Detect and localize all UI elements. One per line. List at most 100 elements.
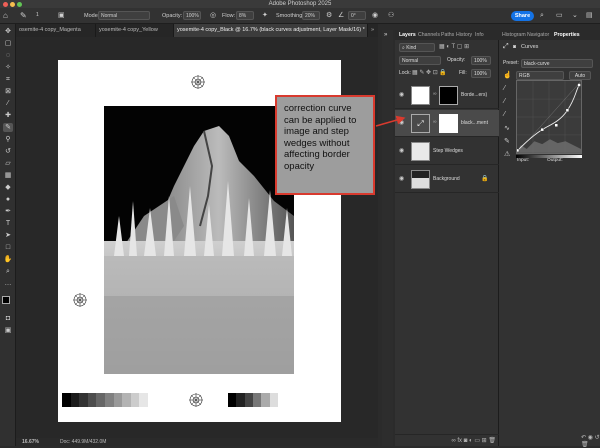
- tab-yellow[interactable]: yosemite-4 copy_Yellow: [96, 24, 174, 37]
- tab-info[interactable]: Info: [475, 30, 484, 40]
- more-tools-icon[interactable]: …: [3, 279, 13, 288]
- tab-layers[interactable]: Layers: [399, 30, 416, 40]
- layer-name[interactable]: Step Wedges: [433, 138, 463, 165]
- hand-tool-icon[interactable]: ✋: [3, 255, 13, 264]
- lock-icon[interactable]: 🔒: [481, 166, 488, 193]
- brush-tool-icon[interactable]: ✎: [3, 123, 13, 132]
- dodge-tool-icon[interactable]: ●: [3, 195, 13, 204]
- layer-opacity-field[interactable]: 100%: [471, 56, 491, 65]
- tab-channels[interactable]: Channels: [418, 30, 440, 40]
- layer-row-step-wedges[interactable]: ◉ Step Wedges: [395, 138, 499, 165]
- visibility-eye-icon[interactable]: ◉: [399, 138, 404, 165]
- rectangle-tool-icon[interactable]: □: [3, 243, 13, 252]
- eraser-tool-icon[interactable]: ▱: [3, 159, 13, 168]
- layer-row-background[interactable]: ◉ Background 🔒: [395, 166, 499, 193]
- histogram-warning-icon[interactable]: ⚠: [504, 150, 510, 158]
- eyedropper-white-icon[interactable]: ⁄: [504, 111, 505, 118]
- smoothing-field[interactable]: 20%: [302, 11, 320, 20]
- chevron-down-icon[interactable]: ⌄: [572, 8, 578, 24]
- home-icon[interactable]: ⌂: [3, 8, 8, 24]
- flow-field[interactable]: 8%: [236, 11, 254, 20]
- workspace-icon[interactable]: ▭: [556, 8, 563, 24]
- move-tool-icon[interactable]: ✥: [3, 27, 13, 36]
- pen-tool-icon[interactable]: ✒: [3, 207, 13, 216]
- share-button[interactable]: Share: [511, 11, 534, 21]
- tab-paths[interactable]: Paths: [441, 30, 454, 40]
- layer-row-borders[interactable]: ◉ ∞ Borde...ers): [395, 82, 499, 109]
- tab-magenta[interactable]: osemite-4 copy_Magenta: [16, 24, 96, 37]
- channel-select[interactable]: RGB: [516, 71, 564, 80]
- minimize-window-button[interactable]: [10, 1, 15, 7]
- quick-mask-icon[interactable]: ◘: [3, 314, 13, 323]
- pencil-draw-icon[interactable]: ✎: [504, 137, 510, 145]
- layer-name[interactable]: Borde...ers): [461, 82, 487, 109]
- group-icon[interactable]: ▭: [474, 438, 480, 444]
- curves-graph[interactable]: [516, 80, 582, 154]
- preset-select[interactable]: black-curve: [521, 59, 593, 68]
- smoothing-options-icon[interactable]: ⚙: [326, 8, 332, 24]
- frame-tool-icon[interactable]: ⊠: [3, 87, 13, 96]
- lock-icons[interactable]: ▦ ✎ ✥ ⊡ 🔒: [412, 69, 447, 78]
- new-layer-icon[interactable]: ⊞: [482, 438, 487, 444]
- type-tool-icon[interactable]: T: [3, 219, 13, 228]
- history-brush-tool-icon[interactable]: ↺: [3, 147, 13, 156]
- layer-row-black-curves[interactable]: ◉ ⤢ ∞ black...ment: [395, 110, 499, 137]
- window-arrange-icon[interactable]: ▤: [586, 8, 593, 24]
- layer-mask-thumbnail[interactable]: [439, 114, 458, 133]
- dock-expand-icon[interactable]: »: [384, 32, 387, 38]
- layer-mask-thumbnail[interactable]: [439, 86, 458, 105]
- search-icon[interactable]: ⌕: [540, 8, 544, 24]
- add-mask-icon[interactable]: ◙: [464, 438, 468, 444]
- tab-black-active[interactable]: yosemite-4 copy_Black @ 16.7% (black cur…: [174, 24, 368, 37]
- magic-wand-tool-icon[interactable]: ✧: [3, 63, 13, 72]
- pressure-size-icon[interactable]: ◉: [372, 8, 378, 24]
- blur-tool-icon[interactable]: ◆: [3, 183, 13, 192]
- link-icon[interactable]: ∞: [433, 91, 437, 97]
- tabs-overflow-button[interactable]: »: [368, 24, 378, 37]
- eyedropper-black-icon[interactable]: ⁄: [504, 85, 505, 92]
- link-icon[interactable]: ∞: [433, 119, 437, 125]
- zoom-tool-icon[interactable]: ⌕: [3, 267, 13, 276]
- eyedropper-gray-icon[interactable]: ⁄: [504, 98, 505, 105]
- opacity-field[interactable]: 100%: [183, 11, 201, 20]
- close-window-button[interactable]: [3, 1, 8, 7]
- mode-select[interactable]: Normal: [98, 11, 150, 20]
- pressure-opacity-icon[interactable]: ◎: [210, 8, 216, 24]
- mask-icon[interactable]: ◙: [513, 43, 516, 52]
- tab-properties[interactable]: Properties: [554, 30, 580, 40]
- adjustment-layer-icon[interactable]: ◐: [469, 438, 473, 444]
- angle-field[interactable]: 0°: [348, 11, 366, 20]
- lasso-tool-icon[interactable]: ◌: [3, 51, 13, 60]
- zoom-level[interactable]: 16.67%: [22, 438, 39, 446]
- spot-healing-tool-icon[interactable]: ✚: [3, 111, 13, 120]
- symmetry-icon[interactable]: ⚇: [388, 8, 394, 24]
- link-layers-icon[interactable]: ∞: [451, 438, 455, 444]
- curve-edit-icon[interactable]: ∿: [504, 124, 510, 132]
- path-selection-tool-icon[interactable]: ➤: [3, 231, 13, 240]
- layer-style-icon[interactable]: fx: [457, 438, 462, 444]
- brush-tool-preset-icon[interactable]: ✎: [20, 8, 27, 24]
- screen-mode-icon[interactable]: ▣: [3, 326, 13, 335]
- tab-histogram[interactable]: Histogram: [502, 30, 526, 40]
- brush-size-readout[interactable]: 1: [36, 12, 39, 18]
- doc-size[interactable]: Doc: 449.9M/432.0M: [60, 438, 106, 446]
- filter-icons[interactable]: ▦ ◐ T ▢ ⊞: [439, 43, 469, 50]
- tab-history[interactable]: History: [456, 30, 472, 40]
- blend-mode-select[interactable]: Normal: [399, 56, 441, 65]
- visibility-eye-icon[interactable]: ◉: [399, 82, 404, 109]
- layer-name[interactable]: Background: [433, 166, 460, 193]
- airbrush-icon[interactable]: ✦: [262, 8, 268, 24]
- layer-filter-kind[interactable]: ⌕ Kind: [399, 43, 435, 52]
- crop-tool-icon[interactable]: ⌗: [3, 75, 13, 84]
- on-image-adjust-icon[interactable]: ☝: [503, 71, 512, 80]
- clone-stamp-tool-icon[interactable]: ⚲: [3, 135, 13, 144]
- zoom-window-button[interactable]: [17, 1, 22, 7]
- artboard-tool-icon[interactable]: ▢: [3, 39, 13, 48]
- tab-navigator[interactable]: Navigator: [527, 30, 549, 40]
- eyedropper-tool-icon[interactable]: ⁄: [3, 99, 13, 108]
- trash-icon[interactable]: 🗑: [488, 438, 496, 444]
- visibility-eye-icon[interactable]: ◉: [399, 166, 404, 193]
- auto-button[interactable]: Auto: [569, 71, 591, 80]
- layer-fill-field[interactable]: 100%: [471, 69, 491, 78]
- layer-name[interactable]: black...ment: [461, 110, 488, 137]
